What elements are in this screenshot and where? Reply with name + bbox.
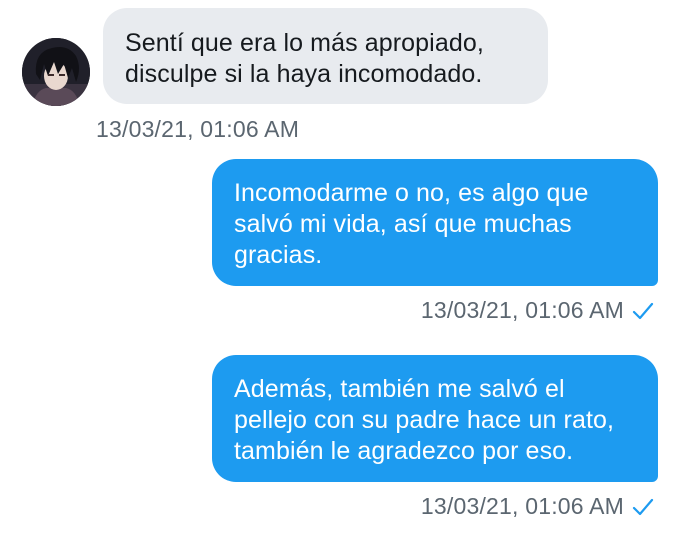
message-text-line: gracias. xyxy=(234,241,323,269)
user-avatar-icon xyxy=(22,38,90,106)
avatar[interactable] xyxy=(22,38,90,106)
message-text-line: salvó mi vida, así que muchas xyxy=(234,210,572,238)
check-icon xyxy=(632,498,654,516)
outgoing-message-bubble[interactable]: Además, también me salvó el pellejo con … xyxy=(212,355,658,482)
message-timestamp: 13/03/21, 01:06 AM xyxy=(420,493,624,519)
message-text-line: también le agradezco por eso. xyxy=(234,437,574,465)
message-text-line: Sentí que era lo más apropiado, xyxy=(125,29,484,57)
incoming-message-bubble[interactable]: Sentí que era lo más apropiado, disculpe… xyxy=(103,8,548,104)
message-timestamp: 13/03/21, 01:06 AM xyxy=(420,297,624,323)
message-text-line: pellejo con su padre hace un rato, xyxy=(234,406,615,434)
message-text-line: Incomodarme o no, es algo que xyxy=(234,179,589,207)
message-text-line: Además, también me salvó el xyxy=(234,375,565,403)
message-text-line: disculpe si la haya incomodado. xyxy=(125,60,483,88)
check-icon xyxy=(632,302,654,320)
message-timestamp: 13/03/21, 01:06 AM xyxy=(96,116,300,142)
outgoing-message-bubble[interactable]: Incomodarme o no, es algo que salvó mi v… xyxy=(212,159,658,286)
